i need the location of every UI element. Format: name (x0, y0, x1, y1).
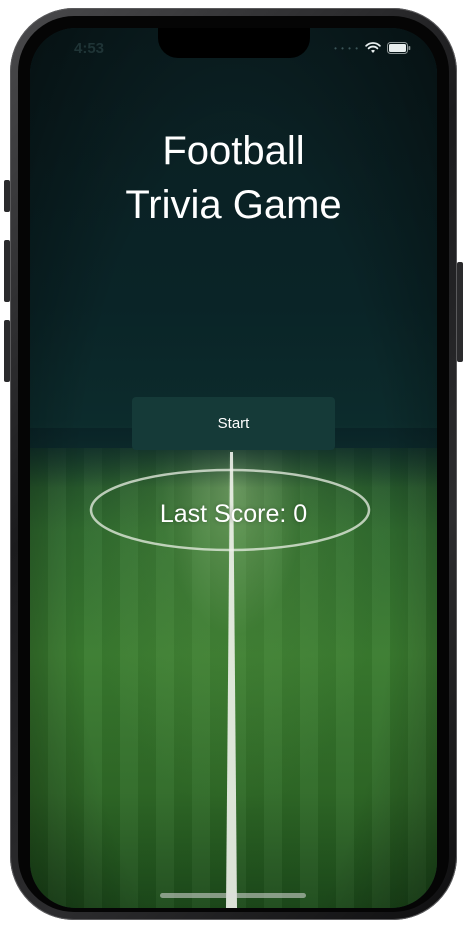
start-button[interactable]: Start (132, 397, 335, 450)
cellular-dots-icon: • • • • (334, 43, 359, 53)
title-line-2: Trivia Game (125, 183, 342, 227)
status-icons: • • • • (334, 42, 411, 54)
wifi-icon (365, 42, 381, 53)
page-title: Football Trivia Game (30, 124, 437, 232)
power-button (457, 262, 463, 362)
phone-device: 4:53 • • • • Football Trivia Game Start … (0, 0, 467, 928)
home-indicator[interactable] (160, 893, 306, 898)
last-score-label: Last Score: 0 (159, 500, 308, 528)
app-screen: 4:53 • • • • Football Trivia Game Start … (30, 28, 437, 908)
status-time: 4:53 (74, 40, 105, 57)
title-line-1: Football (162, 129, 305, 173)
camera-notch (158, 28, 310, 58)
battery-icon (387, 42, 411, 54)
